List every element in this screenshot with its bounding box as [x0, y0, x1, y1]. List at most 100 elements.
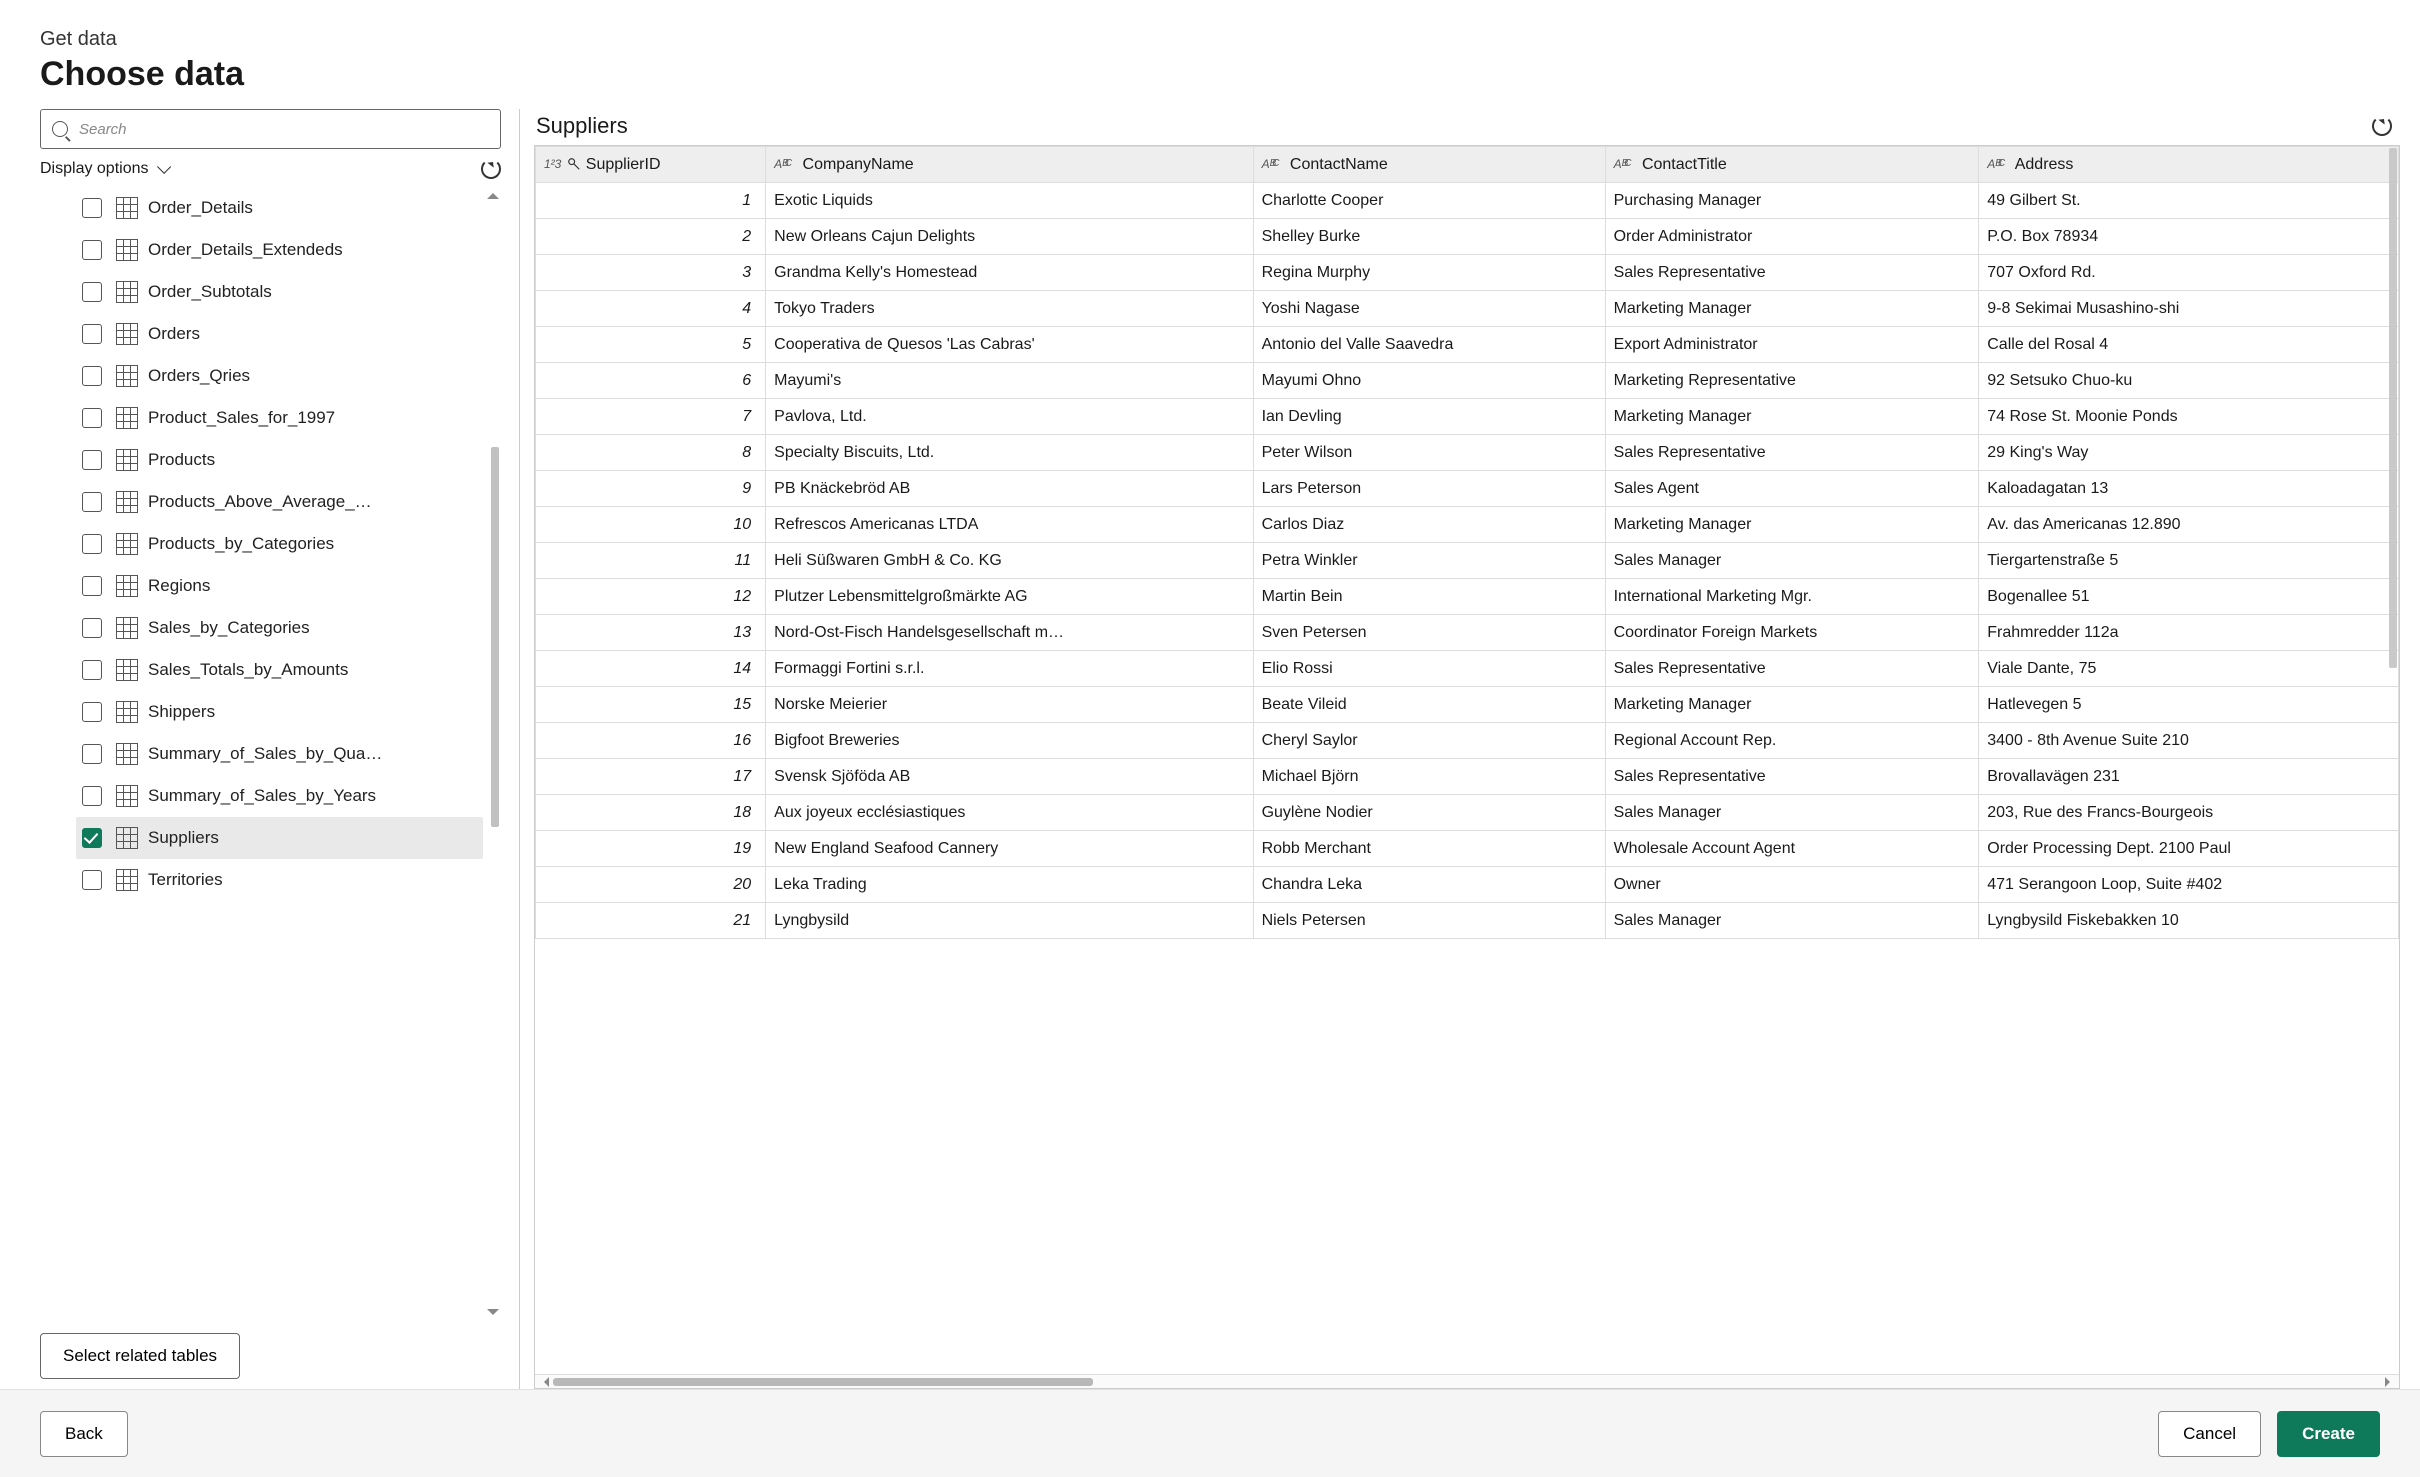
- table-row[interactable]: 20Leka TradingChandra LekaOwner471 Seran…: [536, 867, 2399, 903]
- table-row[interactable]: 13Nord-Ost-Fisch Handelsgesellschaft m…S…: [536, 615, 2399, 651]
- refresh-navigator-icon[interactable]: [481, 159, 501, 179]
- cell: Purchasing Manager: [1605, 183, 1979, 219]
- scroll-thumb[interactable]: [491, 447, 499, 827]
- table-row[interactable]: 18Aux joyeux ecclésiastiquesGuylène Nodi…: [536, 795, 2399, 831]
- tree-item-territories[interactable]: Territories: [76, 859, 483, 901]
- table-row[interactable]: 16Bigfoot BreweriesCheryl SaylorRegional…: [536, 723, 2399, 759]
- tree-item-regions[interactable]: Regions: [76, 565, 483, 607]
- checkbox[interactable]: [82, 324, 102, 344]
- select-related-tables-button[interactable]: Select related tables: [40, 1333, 240, 1379]
- cell: Mayumi Ohno: [1253, 363, 1605, 399]
- table-row[interactable]: 6Mayumi'sMayumi OhnoMarketing Representa…: [536, 363, 2399, 399]
- back-button[interactable]: Back: [40, 1411, 128, 1457]
- table-row[interactable]: 5Cooperativa de Quesos 'Las Cabras'Anton…: [536, 327, 2399, 363]
- table-icon: [116, 365, 138, 387]
- table-row[interactable]: 9PB Knäckebröd ABLars PetersonSales Agen…: [536, 471, 2399, 507]
- table-row[interactable]: 1Exotic LiquidsCharlotte CooperPurchasin…: [536, 183, 2399, 219]
- cell: Lyngbysild Fiskebakken 10: [1979, 903, 2399, 939]
- scroll-left-arrow-icon[interactable]: [539, 1377, 549, 1387]
- column-header-contactname[interactable]: ABC ContactName: [1253, 147, 1605, 183]
- search-icon: [52, 121, 68, 137]
- checkbox[interactable]: [82, 576, 102, 596]
- cell: Exotic Liquids: [766, 183, 1253, 219]
- scroll-right-arrow-icon[interactable]: [2385, 1377, 2395, 1387]
- cell: 1: [536, 183, 766, 219]
- cell: Coordinator Foreign Markets: [1605, 615, 1979, 651]
- checkbox[interactable]: [82, 660, 102, 680]
- checkbox[interactable]: [82, 408, 102, 428]
- table-icon: [116, 827, 138, 849]
- search-input[interactable]: [40, 109, 501, 149]
- tree-item-products[interactable]: Products: [76, 439, 483, 481]
- table-row[interactable]: 8Specialty Biscuits, Ltd.Peter WilsonSal…: [536, 435, 2399, 471]
- tree-item-order_subtotals[interactable]: Order_Subtotals: [76, 271, 483, 313]
- tree-item-summary_of_sales_by_years[interactable]: Summary_of_Sales_by_Years: [76, 775, 483, 817]
- table-row[interactable]: 12Plutzer Lebensmittelgroßmärkte AGMarti…: [536, 579, 2399, 615]
- scroll-thumb[interactable]: [553, 1378, 1093, 1386]
- cancel-button[interactable]: Cancel: [2158, 1411, 2261, 1457]
- checkbox[interactable]: [82, 534, 102, 554]
- page-title: Choose data: [40, 55, 2380, 94]
- cell: Petra Winkler: [1253, 543, 1605, 579]
- table-row[interactable]: 3Grandma Kelly's HomesteadRegina MurphyS…: [536, 255, 2399, 291]
- checkbox[interactable]: [82, 870, 102, 890]
- tree-item-label: Orders_Qries: [148, 366, 250, 386]
- checkbox[interactable]: [82, 450, 102, 470]
- cell: Frahmredder 112a: [1979, 615, 2399, 651]
- table-row[interactable]: 7Pavlova, Ltd.Ian DevlingMarketing Manag…: [536, 399, 2399, 435]
- tree-item-order_details[interactable]: Order_Details: [76, 187, 483, 229]
- scroll-up-arrow-icon[interactable]: [487, 187, 499, 199]
- table-row[interactable]: 21LyngbysildNiels PetersenSales ManagerL…: [536, 903, 2399, 939]
- checkbox[interactable]: [82, 702, 102, 722]
- cell: Bigfoot Breweries: [766, 723, 1253, 759]
- scroll-thumb[interactable]: [2389, 148, 2397, 668]
- tree-item-products_by_categories[interactable]: Products_by_Categories: [76, 523, 483, 565]
- refresh-preview-icon[interactable]: [2372, 116, 2392, 136]
- column-header-companyname[interactable]: ABC CompanyName: [766, 147, 1253, 183]
- checkbox[interactable]: [82, 618, 102, 638]
- table-row[interactable]: 15Norske MeierierBeate VileidMarketing M…: [536, 687, 2399, 723]
- cell: Marketing Manager: [1605, 291, 1979, 327]
- grid-horizontal-scrollbar[interactable]: [535, 1374, 2399, 1388]
- tree-item-summary_of_sales_by_qua…[interactable]: Summary_of_Sales_by_Qua…: [76, 733, 483, 775]
- table-row[interactable]: 17Svensk Sjöföda ABMichael BjörnSales Re…: [536, 759, 2399, 795]
- tree-item-orders[interactable]: Orders: [76, 313, 483, 355]
- column-header-contacttitle[interactable]: ABC ContactTitle: [1605, 147, 1979, 183]
- tree-scrollbar[interactable]: [491, 187, 501, 1321]
- checkbox[interactable]: [82, 786, 102, 806]
- checkbox[interactable]: [82, 240, 102, 260]
- create-button[interactable]: Create: [2277, 1411, 2380, 1457]
- tree-item-label: Order_Details: [148, 198, 253, 218]
- cell: Sales Manager: [1605, 543, 1979, 579]
- primary-key-icon: [567, 156, 581, 173]
- data-grid: 1²3 SupplierIDABC CompanyNameABC Contact…: [534, 145, 2400, 1389]
- tree-item-product_sales_for_1997[interactable]: Product_Sales_for_1997: [76, 397, 483, 439]
- cell: 74 Rose St. Moonie Ponds: [1979, 399, 2399, 435]
- cell: Shelley Burke: [1253, 219, 1605, 255]
- tree-item-order_details_extendeds[interactable]: Order_Details_Extendeds: [76, 229, 483, 271]
- checkbox[interactable]: [82, 282, 102, 302]
- tree-item-sales_totals_by_amounts[interactable]: Sales_Totals_by_Amounts: [76, 649, 483, 691]
- table-row[interactable]: 2New Orleans Cajun DelightsShelley Burke…: [536, 219, 2399, 255]
- checkbox[interactable]: [82, 366, 102, 386]
- checkbox[interactable]: [82, 828, 102, 848]
- tree-item-shippers[interactable]: Shippers: [76, 691, 483, 733]
- tree-item-sales_by_categories[interactable]: Sales_by_Categories: [76, 607, 483, 649]
- table-row[interactable]: 10Refrescos Americanas LTDACarlos DiazMa…: [536, 507, 2399, 543]
- checkbox[interactable]: [82, 492, 102, 512]
- cell: New England Seafood Cannery: [766, 831, 1253, 867]
- table-row[interactable]: 11Heli Süßwaren GmbH & Co. KGPetra Winkl…: [536, 543, 2399, 579]
- tree-item-suppliers[interactable]: Suppliers: [76, 817, 483, 859]
- tree-item-orders_qries[interactable]: Orders_Qries: [76, 355, 483, 397]
- checkbox[interactable]: [82, 198, 102, 218]
- display-options-button[interactable]: Display options: [40, 160, 149, 178]
- checkbox[interactable]: [82, 744, 102, 764]
- table-row[interactable]: 14Formaggi Fortini s.r.l.Elio RossiSales…: [536, 651, 2399, 687]
- scroll-down-arrow-icon[interactable]: [487, 1309, 499, 1321]
- grid-vertical-scrollbar[interactable]: [2387, 146, 2399, 1374]
- table-row[interactable]: 4Tokyo TradersYoshi NagaseMarketing Mana…: [536, 291, 2399, 327]
- tree-item-products_above_average_…[interactable]: Products_Above_Average_…: [76, 481, 483, 523]
- column-header-address[interactable]: ABC Address: [1979, 147, 2399, 183]
- column-header-supplierid[interactable]: 1²3 SupplierID: [536, 147, 766, 183]
- table-row[interactable]: 19New England Seafood CanneryRobb Mercha…: [536, 831, 2399, 867]
